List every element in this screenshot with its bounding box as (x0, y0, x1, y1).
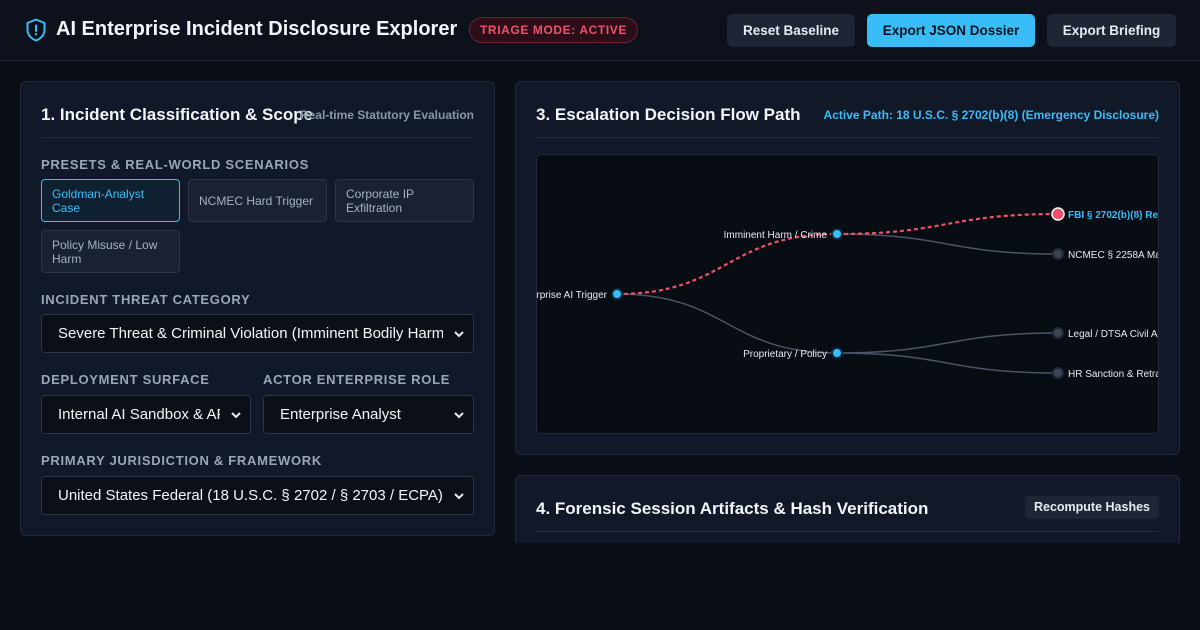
export-briefing-button[interactable]: Export Briefing (1047, 14, 1176, 47)
node-imminent-label: Imminent Harm / Crime (724, 230, 828, 241)
preset-ncmec-hard-trigger[interactable]: NCMEC Hard Trigger (188, 179, 327, 222)
forensic-title: 4. Forensic Session Artifacts & Hash Ver… (536, 499, 929, 518)
node-fbi-label: FBI § 2702(b)(8) Referral (1068, 210, 1159, 221)
escalation-flow-panel: 3. Escalation Decision Flow Path Active … (515, 81, 1180, 455)
node-root[interactable] (611, 288, 623, 300)
node-root-label: Enterprise AI Trigger (537, 290, 608, 301)
node-proprietary[interactable] (831, 347, 843, 359)
classification-subtitle: Real-time Statutory Evaluation (299, 108, 474, 122)
active-path-label: Active Path: 18 U.S.C. § 2702(b)(8) (Eme… (823, 108, 1159, 122)
reset-baseline-button[interactable]: Reset Baseline (727, 14, 855, 47)
node-ncmec-label: NCMEC § 2258A Mandatory Report (1068, 250, 1159, 261)
triage-status-badge: TRIAGE MODE: ACTIVE (469, 17, 638, 43)
flow-graph-svg: Enterprise AI Trigger Imminent Harm / Cr… (537, 207, 1159, 380)
threat-category-value: Severe Threat & Criminal Violation (Immi… (58, 325, 443, 342)
recompute-hashes-button[interactable]: Recompute Hashes (1024, 496, 1159, 519)
node-ncmec[interactable] (1052, 248, 1064, 260)
viewport-cutoff (505, 543, 1195, 630)
chevron-down-icon (454, 493, 464, 500)
threat-category-select[interactable]: Severe Threat & Criminal Violation (Immi… (41, 314, 474, 353)
node-hr[interactable] (1052, 367, 1064, 379)
link-imminent-fbi-active (836, 212, 1059, 236)
divider (41, 137, 474, 138)
node-proprietary-label: Proprietary / Policy (743, 349, 827, 360)
app-title: AI Enterprise Incident Disclosure Explor… (56, 18, 458, 40)
actor-role-select[interactable]: Enterprise Analyst (263, 395, 474, 434)
jurisdiction-value: United States Federal (18 U.S.C. § 2702 … (58, 487, 443, 504)
link-root-imminent-active (616, 232, 838, 296)
divider (536, 531, 1159, 532)
presets-label: PRESETS & REAL-WORLD SCENARIOS (41, 157, 310, 172)
preset-goldman-analyst[interactable]: Goldman-Analyst Case (41, 179, 180, 222)
link-proprietary-hr (836, 352, 1059, 374)
app-header: AI Enterprise Incident Disclosure Explor… (0, 0, 1200, 61)
node-fbi[interactable] (1051, 207, 1065, 221)
chevron-down-icon (454, 331, 464, 338)
preset-corporate-ip-exfiltration[interactable]: Corporate IP Exfiltration (335, 179, 474, 222)
classification-title: 1. Incident Classification & Scope (41, 105, 314, 124)
node-legal[interactable] (1052, 327, 1064, 339)
classification-panel: 1. Incident Classification & Scope Real-… (20, 81, 495, 536)
jurisdiction-select[interactable]: United States Federal (18 U.S.C. § 2702 … (41, 476, 474, 515)
jurisdiction-label: PRIMARY JURISDICTION & FRAMEWORK (41, 453, 322, 468)
chevron-down-icon (231, 412, 241, 419)
preset-policy-misuse[interactable]: Policy Misuse / Low Harm (41, 230, 180, 273)
flow-title: 3. Escalation Decision Flow Path (536, 105, 801, 124)
link-root-proprietary (616, 293, 838, 354)
divider (536, 137, 1159, 138)
deployment-surface-select[interactable]: Internal AI Sandbox & API (41, 395, 251, 434)
actor-role-label: ACTOR ENTERPRISE ROLE (263, 372, 451, 387)
node-legal-label: Legal / DTSA Civil Action (1068, 329, 1159, 340)
export-json-button[interactable]: Export JSON Dossier (867, 14, 1035, 47)
link-imminent-ncmec (836, 233, 1059, 255)
node-imminent[interactable] (831, 228, 843, 240)
link-proprietary-legal (836, 332, 1059, 354)
threat-category-label: INCIDENT THREAT CATEGORY (41, 292, 251, 307)
flow-graph: Enterprise AI Trigger Imminent Harm / Cr… (536, 154, 1159, 434)
chevron-down-icon (454, 412, 464, 419)
node-hr-label: HR Sanction & Retraining (1068, 369, 1159, 380)
actor-role-value: Enterprise Analyst (280, 406, 401, 423)
deployment-surface-value: Internal AI Sandbox & API (58, 406, 220, 423)
deployment-surface-label: DEPLOYMENT SURFACE (41, 372, 210, 387)
shield-alert-icon (26, 18, 46, 42)
